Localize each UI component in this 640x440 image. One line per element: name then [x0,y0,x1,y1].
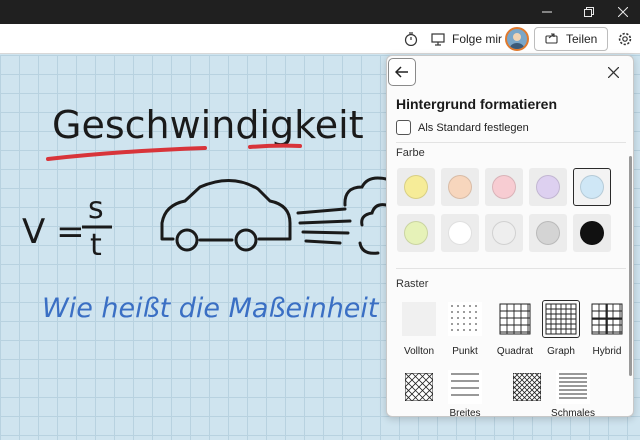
color-section-label: Farbe [396,147,425,159]
panel-close-button[interactable] [603,62,623,82]
color-swatch[interactable] [441,214,479,252]
default-checkbox-label[interactable]: Als Standard festlegen [418,122,529,134]
grid-option-diamond-small[interactable] [508,368,546,406]
motion-lines [296,207,352,245]
panel-title: Hintergrund formatieren [396,96,558,112]
hybrid-pattern-icon [591,303,623,335]
heading-underline-right [248,143,302,149]
grid-option-square[interactable] [496,300,534,338]
window-titlebar [0,0,640,24]
color-swatch[interactable] [441,168,479,206]
square-pattern-icon [499,303,531,335]
swatch-circle [580,221,604,245]
follow-me-button[interactable]: Folge mir [452,32,502,46]
avatar[interactable] [505,27,529,51]
grid-option-label: Hybrid [592,346,622,357]
swatch-circle [492,175,516,199]
divider [396,142,626,143]
color-swatch[interactable] [529,214,567,252]
share-icon [545,32,558,47]
back-button[interactable] [388,58,416,86]
color-swatch[interactable] [529,168,567,206]
swatch-circle [404,175,428,199]
wide-lines-pattern-icon [448,370,482,404]
grid-option-hybrid[interactable] [588,300,626,338]
swatch-circle [580,175,604,199]
color-swatch[interactable] [397,168,435,206]
formula-denominator: t [90,228,102,263]
swatch-circle [536,221,560,245]
graph-pattern-icon [545,303,577,335]
grid-option-solid[interactable] [400,300,438,338]
grid-section-label: Raster [396,278,429,290]
formula-numerator: s [88,191,104,226]
grid-option-label: Schmales [551,408,595,417]
swatch-circle [448,175,472,199]
timer-icon[interactable] [401,29,421,49]
panel-scrollbar[interactable] [629,156,632,376]
heading-underline-left [46,146,207,161]
formula-velocity: V = [22,212,85,252]
color-swatch[interactable] [485,168,523,206]
gear-icon[interactable] [615,29,635,49]
swatch-circle [536,175,560,199]
color-swatch[interactable] [485,214,523,252]
swatch-circle [448,221,472,245]
grid-option-graph[interactable] [542,300,580,338]
car-drawing [160,179,292,252]
share-label: Teilen [566,32,598,46]
close-icon[interactable] [606,0,640,24]
grid-option-dot[interactable] [446,300,484,338]
exhaust-cloud [343,176,388,255]
color-swatch[interactable] [397,214,435,252]
share-button[interactable]: Teilen [534,27,608,51]
color-swatch[interactable] [573,168,611,206]
default-checkbox[interactable] [396,120,411,135]
dot-pattern-icon [448,302,482,336]
restore-icon[interactable] [572,0,606,24]
grid-option-wide-lines[interactable] [446,368,484,406]
minimize-icon[interactable] [530,0,564,24]
heading-text: Geschwindigkeit [52,103,364,147]
toolbar: Folge mir Teilen [0,24,640,54]
present-icon[interactable] [428,29,448,49]
diamond-small-pattern-icon [513,373,541,401]
narrow-lines-pattern-icon [556,370,590,404]
grid-option-narrow-lines[interactable] [554,368,592,406]
grid-option-diamond[interactable] [400,368,438,406]
color-swatch[interactable] [573,214,611,252]
grid-option-label: Breites [449,408,481,417]
diamond-pattern-icon [405,373,433,401]
swatch-circle [492,221,516,245]
format-background-panel: Hintergrund formatieren Als Standard fes… [386,55,634,417]
close-icon [607,66,619,78]
arrow-left-icon [395,66,408,78]
solid-pattern-icon [402,302,436,336]
divider [396,268,626,269]
question-text: Wie heißt die Maßeinheit ? [42,293,401,324]
swatch-circle [404,221,428,245]
